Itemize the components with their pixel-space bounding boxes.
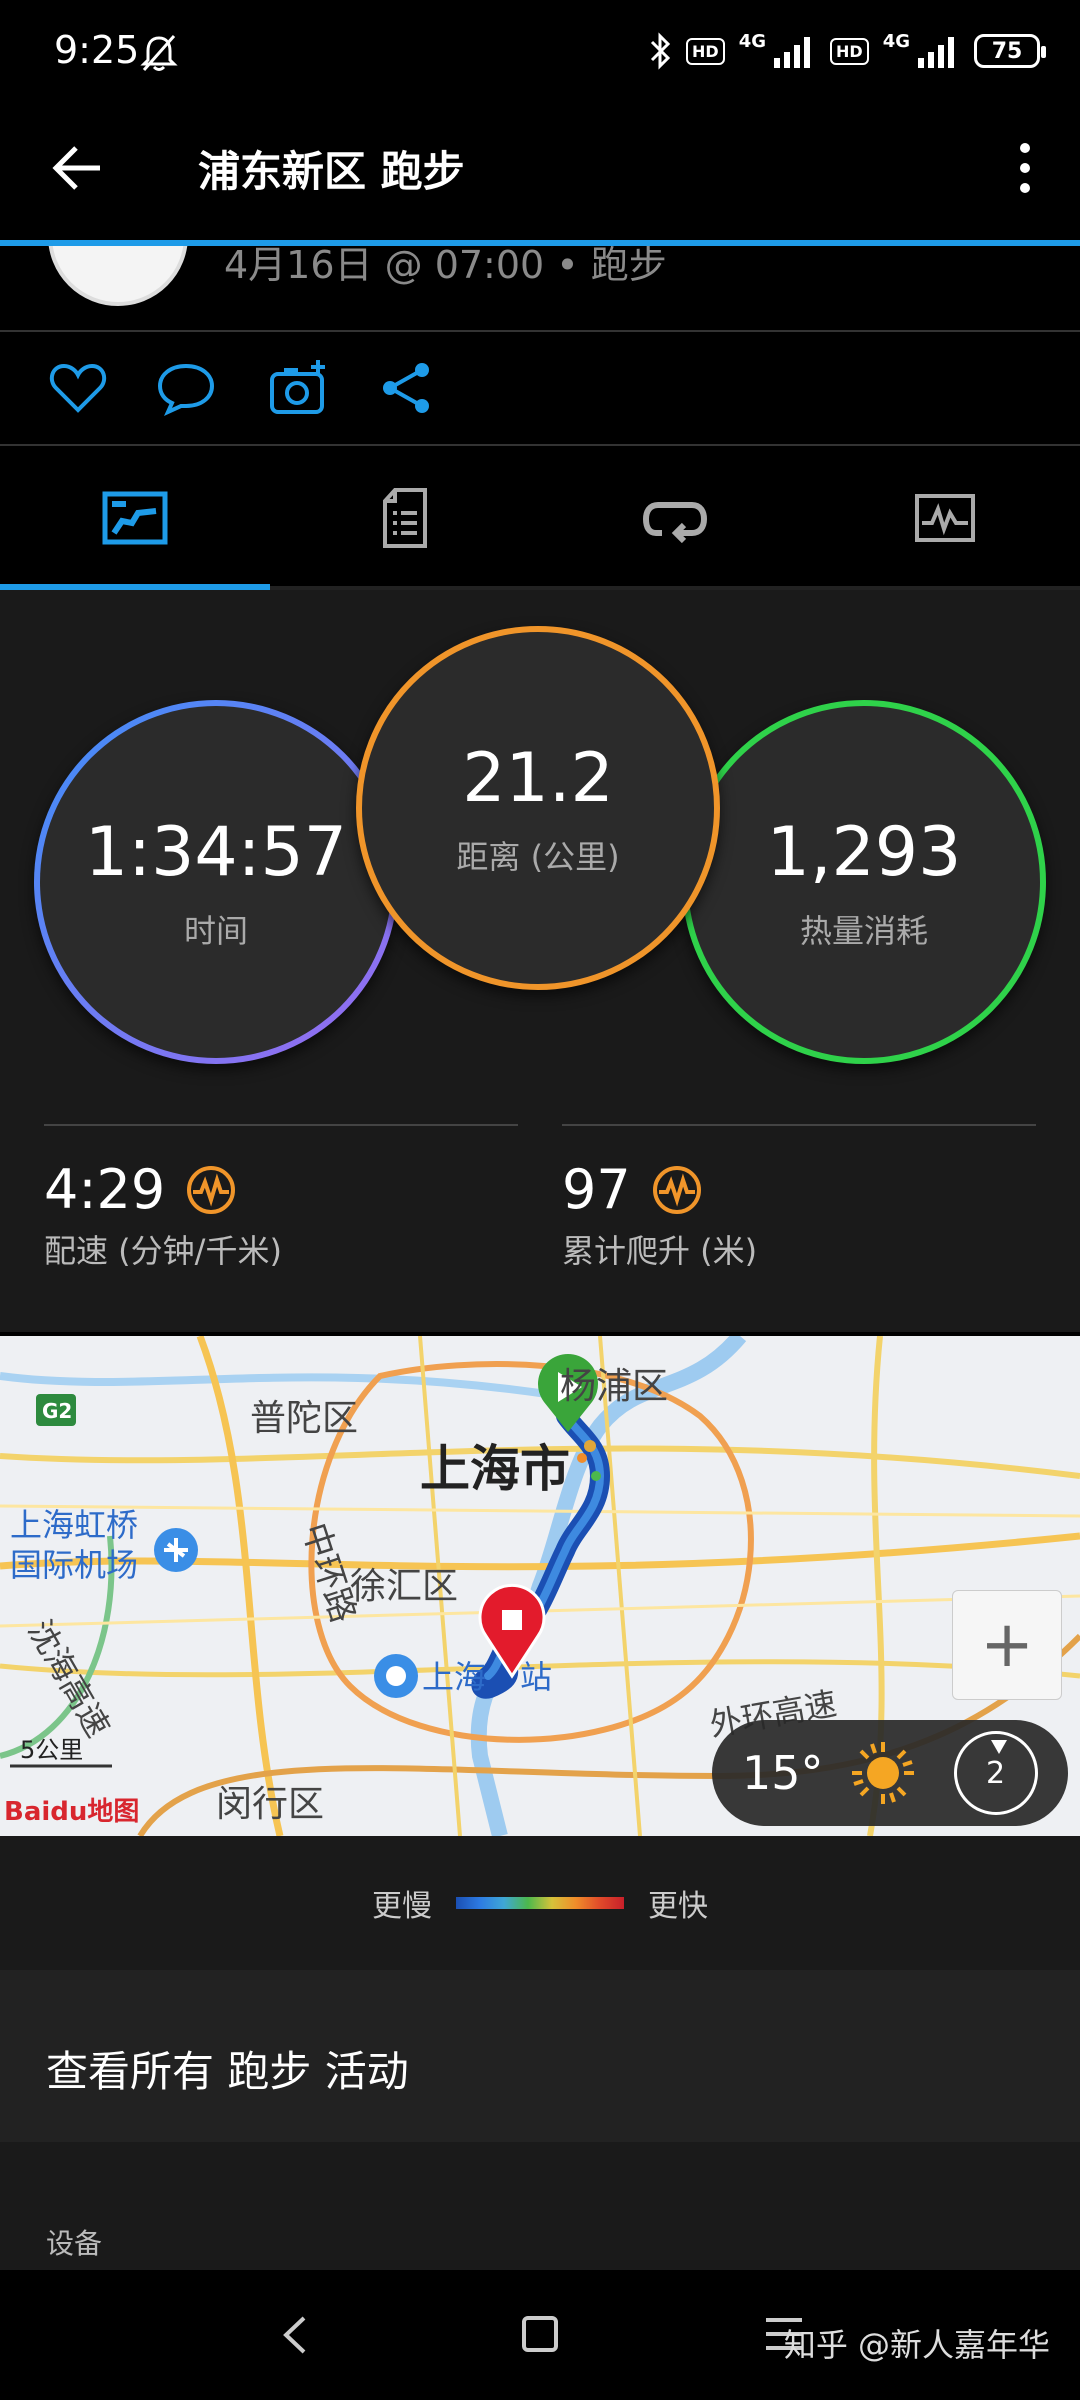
- divider: [44, 1124, 518, 1126]
- map-label: 上海: [422, 1658, 486, 1696]
- hd-badge-2: HD: [830, 37, 869, 65]
- baidu-logo: Baidu地图: [4, 1797, 139, 1827]
- time-ring: 1:34:57 时间: [34, 700, 398, 1064]
- network-type-2: 4G: [882, 30, 910, 52]
- status-time: 9:25: [54, 28, 140, 72]
- calories-value: 1,293: [766, 812, 962, 892]
- nav-back-icon[interactable]: [280, 2314, 310, 2356]
- weather-widget: 15° 2: [712, 1720, 1068, 1826]
- pace-value: 4:29: [44, 1158, 166, 1221]
- map-label: 上海虹桥: [10, 1506, 138, 1544]
- activity-subtitle: 4月16日 @ 07:00 • 跑步: [224, 246, 667, 287]
- map-label: 普陀区: [250, 1398, 358, 1439]
- view-all-activities[interactable]: 查看所有 跑步 活动: [0, 1970, 1080, 2142]
- zoom-in-button[interactable]: +: [952, 1590, 1062, 1700]
- page-title: 浦东新区 跑步: [198, 147, 465, 196]
- highway-shield: G2: [42, 1399, 72, 1423]
- map-label: 上海市: [420, 1440, 570, 1498]
- tab-laps[interactable]: [540, 446, 810, 590]
- legend-faster: 更快: [648, 1889, 708, 1924]
- back-arrow-icon[interactable]: [50, 140, 106, 196]
- ascent-stat: 97: [562, 1158, 703, 1221]
- scale-label: 5公里: [20, 1736, 83, 1764]
- map-label: 站: [520, 1658, 552, 1696]
- distance-label: 距离 (公里): [456, 837, 620, 876]
- legend-slower: 更慢: [372, 1889, 432, 1924]
- tab-charts[interactable]: [810, 446, 1080, 590]
- performance-icon[interactable]: [185, 1164, 237, 1216]
- wind-speed: 2: [986, 1755, 1006, 1791]
- tab-bar: [0, 446, 1080, 590]
- performance-icon[interactable]: [651, 1164, 703, 1216]
- map-label: 徐汇区: [350, 1566, 458, 1607]
- battery-icon: 75: [974, 34, 1046, 68]
- app-bar: 浦东新区 跑步: [0, 110, 1080, 240]
- pace-gradient-bar: [456, 1897, 624, 1909]
- pace-label: 配速 (分钟/千米): [44, 1232, 282, 1270]
- tab-details[interactable]: [270, 446, 540, 590]
- weather-temp: 15°: [742, 1746, 824, 1800]
- status-bar: 9:25 HD 4G HD 4G 75: [0, 0, 1080, 110]
- wind-indicator: 2: [953, 1731, 1038, 1815]
- sun-icon: [851, 1742, 914, 1804]
- map-label: 闵行区: [216, 1784, 324, 1825]
- chart-icon: [915, 494, 975, 542]
- social-actions: [0, 332, 1080, 444]
- time-value: 1:34:57: [84, 812, 348, 892]
- scroll-progress-line: [0, 240, 1080, 246]
- avatar[interactable]: [48, 246, 188, 306]
- hd-badge: HD: [686, 37, 725, 65]
- pace-legend: 更慢 更快: [0, 1836, 1080, 1970]
- signal-icon-2: [918, 37, 954, 68]
- divider: [562, 1124, 1036, 1126]
- more-options-icon[interactable]: [1010, 136, 1040, 200]
- calories-label: 热量消耗: [799, 911, 928, 950]
- status-icons: HD 4G HD 4G 75: [648, 30, 1046, 70]
- activity-header: 4月16日 @ 07:00 • 跑步: [0, 246, 1080, 330]
- ascent-label: 累计爬升 (米): [562, 1232, 758, 1270]
- distance-value: 21.2: [462, 738, 614, 818]
- loop-icon: [642, 502, 708, 543]
- device-heading: 设备: [46, 2227, 103, 2260]
- nav-home-icon[interactable]: [522, 2316, 558, 2352]
- view-all-label: 查看所有 跑步 活动: [46, 2047, 409, 2096]
- tab-overview[interactable]: [0, 446, 270, 590]
- calories-ring: 1,293 热量消耗: [682, 700, 1046, 1064]
- map-label: 杨浦区: [560, 1366, 668, 1407]
- pace-stat: 4:29: [44, 1158, 237, 1221]
- like-heart-icon[interactable]: [46, 356, 110, 420]
- signal-icon: [774, 37, 811, 68]
- ascent-value: 97: [562, 1158, 631, 1221]
- comment-icon[interactable]: [154, 356, 218, 420]
- time-label: 时间: [183, 911, 248, 950]
- watermark: 知乎 @新人嘉年华: [783, 2326, 1050, 2364]
- overview-icon: [102, 491, 168, 545]
- network-type: 4G: [738, 30, 767, 52]
- bell-off-icon: [140, 35, 178, 71]
- share-icon[interactable]: [374, 356, 438, 420]
- document-icon: [383, 488, 427, 548]
- distance-ring: 21.2 距离 (公里): [356, 626, 720, 990]
- system-nav-bar: 知乎 @新人嘉年华: [0, 2270, 1080, 2400]
- device-section: 设备: [0, 2142, 1080, 2270]
- bluetooth-icon: [650, 32, 671, 70]
- map-label: 国际机场: [10, 1546, 138, 1584]
- add-photo-icon[interactable]: [266, 356, 330, 420]
